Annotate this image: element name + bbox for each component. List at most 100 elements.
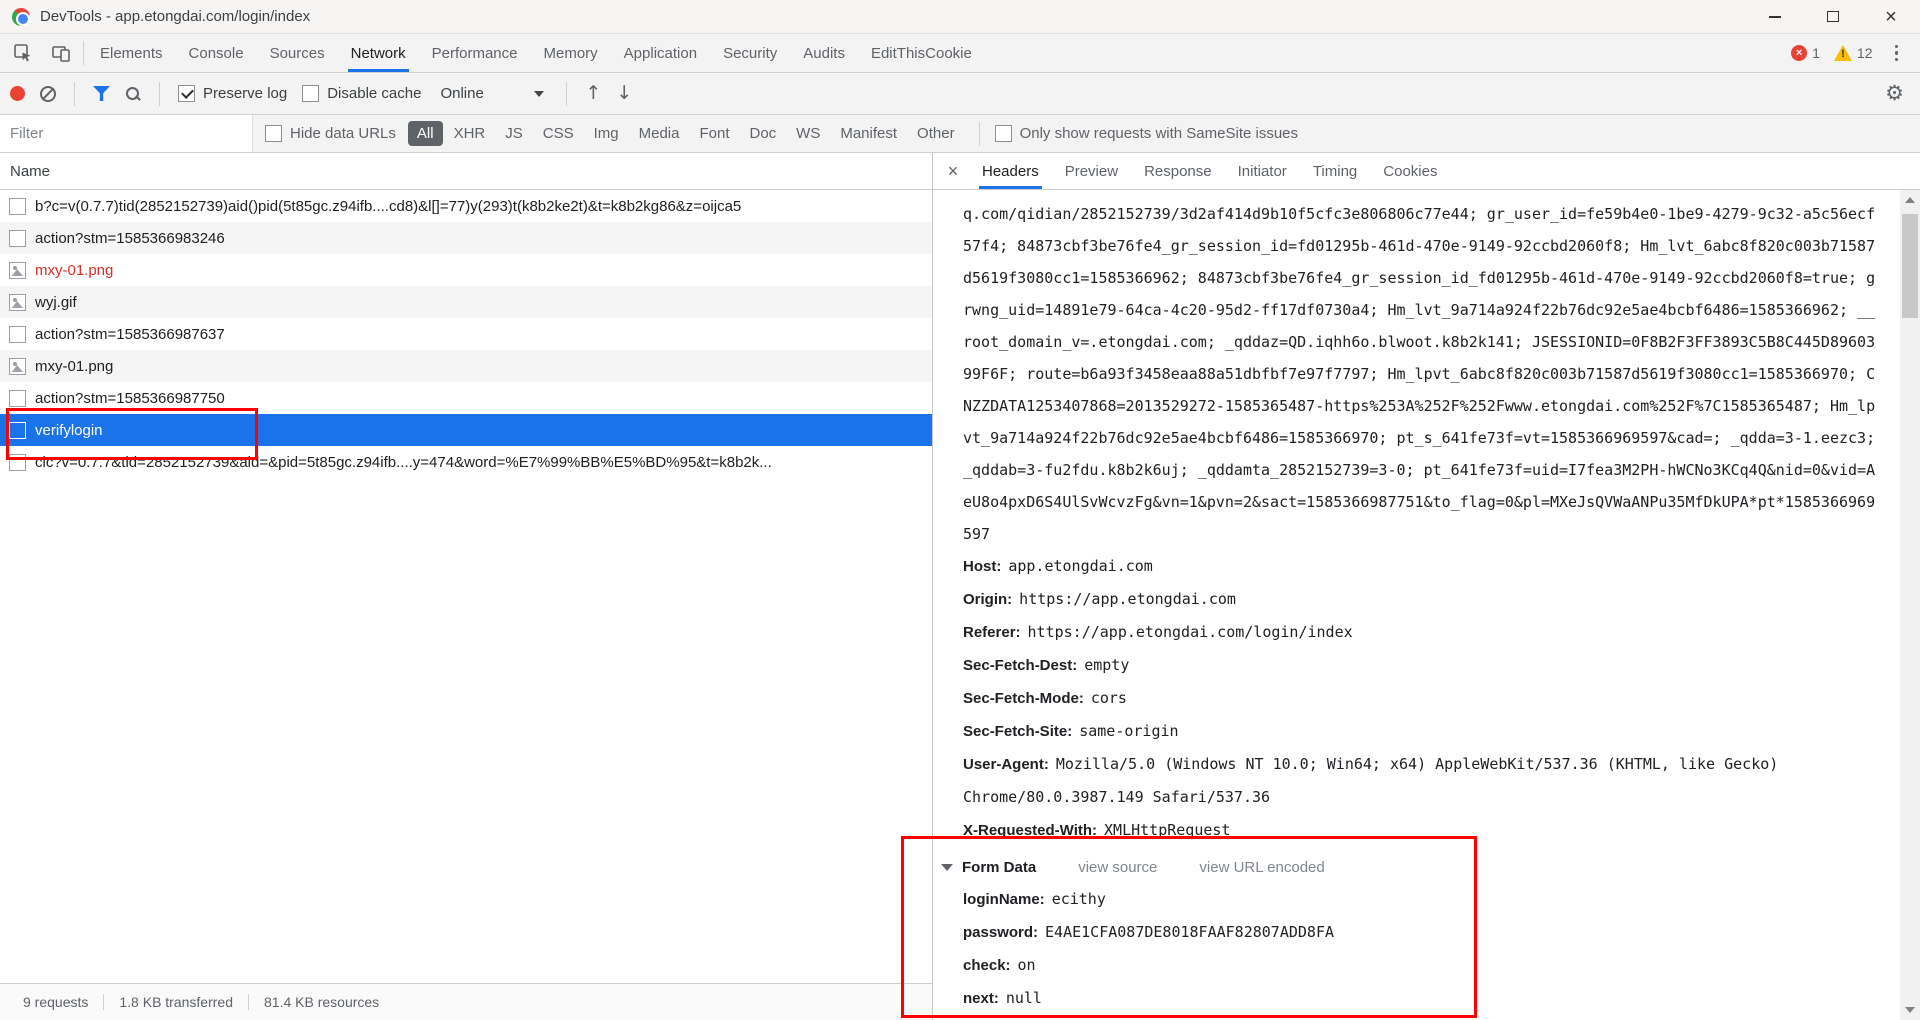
- record-button[interactable]: [10, 86, 25, 101]
- vertical-scrollbar[interactable]: [1900, 190, 1920, 1020]
- tab-elements[interactable]: Elements: [87, 34, 176, 72]
- image-file-icon: [9, 261, 26, 279]
- form-param-loginname: loginName: ecithy: [963, 890, 1106, 908]
- form-data-header: Form Data view source view URL encoded: [941, 851, 1900, 883]
- tab-console[interactable]: Console: [176, 34, 257, 72]
- resource-type-filters: All XHR JS CSS Img Media Font Doc WS Man…: [407, 121, 964, 146]
- close-details-button[interactable]: ×: [937, 162, 969, 180]
- request-row[interactable]: action?stm=1585366987637: [0, 318, 932, 350]
- preserve-log-checkbox[interactable]: Preserve log: [178, 85, 287, 102]
- hide-data-urls-checkbox[interactable]: Hide data URLs: [265, 125, 396, 142]
- request-row-selected-verifylogin[interactable]: verifylogin: [0, 414, 932, 446]
- inspect-element-button[interactable]: [4, 34, 42, 72]
- scroll-up-arrow[interactable]: [1900, 190, 1920, 210]
- type-filter-doc[interactable]: Doc: [740, 121, 785, 146]
- tab-cookies[interactable]: Cookies: [1370, 153, 1450, 189]
- network-summary-bar: 9 requests 1.8 KB transferred 81.4 KB re…: [0, 983, 932, 1020]
- maximize-icon: [1827, 11, 1839, 22]
- type-filter-media[interactable]: Media: [630, 121, 689, 146]
- tab-response[interactable]: Response: [1131, 153, 1225, 189]
- type-filter-all[interactable]: All: [407, 121, 443, 146]
- filter-toggle-icon[interactable]: [93, 86, 110, 101]
- transferred-size: 1.8 KB transferred: [104, 994, 249, 1010]
- export-har-button[interactable]: ↓: [616, 84, 632, 103]
- scroll-down-arrow[interactable]: [1900, 1000, 1920, 1020]
- maximize-button[interactable]: [1804, 0, 1862, 33]
- header-row-sec-fetch-site: Sec-Fetch-Site: same-origin: [963, 722, 1179, 740]
- request-row[interactable]: action?stm=1585366983246: [0, 222, 932, 254]
- request-row-failed[interactable]: mxy-01.png: [0, 254, 932, 286]
- tab-initiator[interactable]: Initiator: [1225, 153, 1300, 189]
- scrollbar-thumb[interactable]: [1902, 214, 1918, 318]
- document-file-icon: [9, 389, 26, 407]
- toolbar-divider: [978, 121, 980, 146]
- minimize-icon: [1769, 15, 1781, 18]
- error-count-badge[interactable]: × 1: [1787, 45, 1824, 61]
- document-file-icon: [9, 229, 26, 247]
- name-column-header[interactable]: Name: [0, 153, 932, 190]
- request-row[interactable]: clc?v=0.7.7&tid=2852152739&aid=&pid=5t85…: [0, 446, 932, 478]
- network-settings-gear-icon[interactable]: ⚙: [1885, 83, 1910, 104]
- type-filter-manifest[interactable]: Manifest: [831, 121, 906, 146]
- requests-count: 9 requests: [8, 994, 105, 1010]
- cookie-header-value: q.com/qidian/2852152739/3d2af414d9b10f5c…: [963, 205, 1876, 543]
- checkbox-unchecked-icon: [302, 85, 320, 102]
- type-filter-css[interactable]: CSS: [534, 121, 583, 146]
- tab-timing[interactable]: Timing: [1300, 153, 1370, 189]
- tab-network[interactable]: Network: [338, 34, 419, 72]
- import-har-button[interactable]: ↑: [585, 84, 601, 103]
- close-button[interactable]: ×: [1862, 0, 1920, 33]
- type-filter-font[interactable]: Font: [690, 121, 738, 146]
- request-rows: b?c=v(0.7.7)tid(2852152739)aid()pid(5t85…: [0, 190, 932, 983]
- type-filter-ws[interactable]: WS: [787, 121, 829, 146]
- warning-count-badge[interactable]: ! 12: [1830, 45, 1877, 61]
- tab-security[interactable]: Security: [710, 34, 790, 72]
- window-controls: ×: [1746, 0, 1920, 33]
- warning-count: 12: [1856, 45, 1873, 61]
- image-file-icon: [9, 357, 26, 375]
- toggle-device-toolbar-button[interactable]: [42, 34, 80, 72]
- tab-audits[interactable]: Audits: [790, 34, 858, 72]
- disclosure-triangle-icon[interactable]: [941, 863, 953, 871]
- request-row[interactable]: b?c=v(0.7.7)tid(2852152739)aid()pid(5t85…: [0, 190, 932, 222]
- tab-performance[interactable]: Performance: [419, 34, 531, 72]
- tab-memory[interactable]: Memory: [531, 34, 611, 72]
- type-filter-img[interactable]: Img: [585, 121, 628, 146]
- samesite-issues-checkbox[interactable]: Only show requests with SameSite issues: [994, 125, 1299, 142]
- more-menu-button[interactable]: [1883, 39, 1911, 68]
- type-filter-other[interactable]: Other: [908, 121, 964, 146]
- device-toolbar-icon: [52, 46, 70, 62]
- disable-cache-label: Disable cache: [327, 85, 422, 102]
- filter-input[interactable]: [0, 115, 253, 152]
- view-url-encoded-link[interactable]: view URL encoded: [1199, 859, 1324, 876]
- toolbar-divider: [566, 81, 568, 106]
- throttling-select[interactable]: Online: [436, 82, 548, 105]
- form-param-password: password: E4AE1CFA087DE8018FAAF82807ADD8F…: [963, 923, 1334, 941]
- headers-content: q.com/qidian/2852152739/3d2af414d9b10f5c…: [933, 190, 1920, 1020]
- samesite-issues-label: Only show requests with SameSite issues: [1019, 125, 1299, 142]
- request-row[interactable]: wyj.gif: [0, 286, 932, 318]
- close-icon: ×: [1885, 5, 1897, 28]
- tab-preview[interactable]: Preview: [1052, 153, 1131, 189]
- inspect-cursor-icon: [14, 44, 31, 62]
- network-filter-bar: Hide data URLs All XHR JS CSS Img Media …: [0, 115, 1920, 153]
- disable-cache-checkbox[interactable]: Disable cache: [302, 85, 421, 102]
- tab-headers[interactable]: Headers: [969, 153, 1052, 189]
- tab-editthiscookie[interactable]: EditThisCookie: [858, 34, 985, 72]
- request-row[interactable]: action?stm=1585366987750: [0, 382, 932, 414]
- search-icon[interactable]: [125, 86, 141, 102]
- view-source-link[interactable]: view source: [1078, 859, 1157, 876]
- type-filter-js[interactable]: JS: [496, 121, 532, 146]
- tab-sources[interactable]: Sources: [257, 34, 338, 72]
- document-file-icon: [9, 421, 26, 439]
- header-row-sec-fetch-mode: Sec-Fetch-Mode: cors: [963, 689, 1127, 707]
- chevron-down-icon: [534, 90, 545, 97]
- type-filter-xhr[interactable]: XHR: [445, 121, 495, 146]
- minimize-button[interactable]: [1746, 0, 1804, 33]
- tabbar-right-controls: × 1 ! 12: [1787, 39, 1920, 68]
- document-file-icon: [9, 325, 26, 343]
- request-row[interactable]: mxy-01.png: [0, 350, 932, 382]
- clear-requests-button[interactable]: [40, 85, 56, 102]
- form-data-title[interactable]: Form Data: [962, 859, 1036, 876]
- tab-application[interactable]: Application: [611, 34, 710, 72]
